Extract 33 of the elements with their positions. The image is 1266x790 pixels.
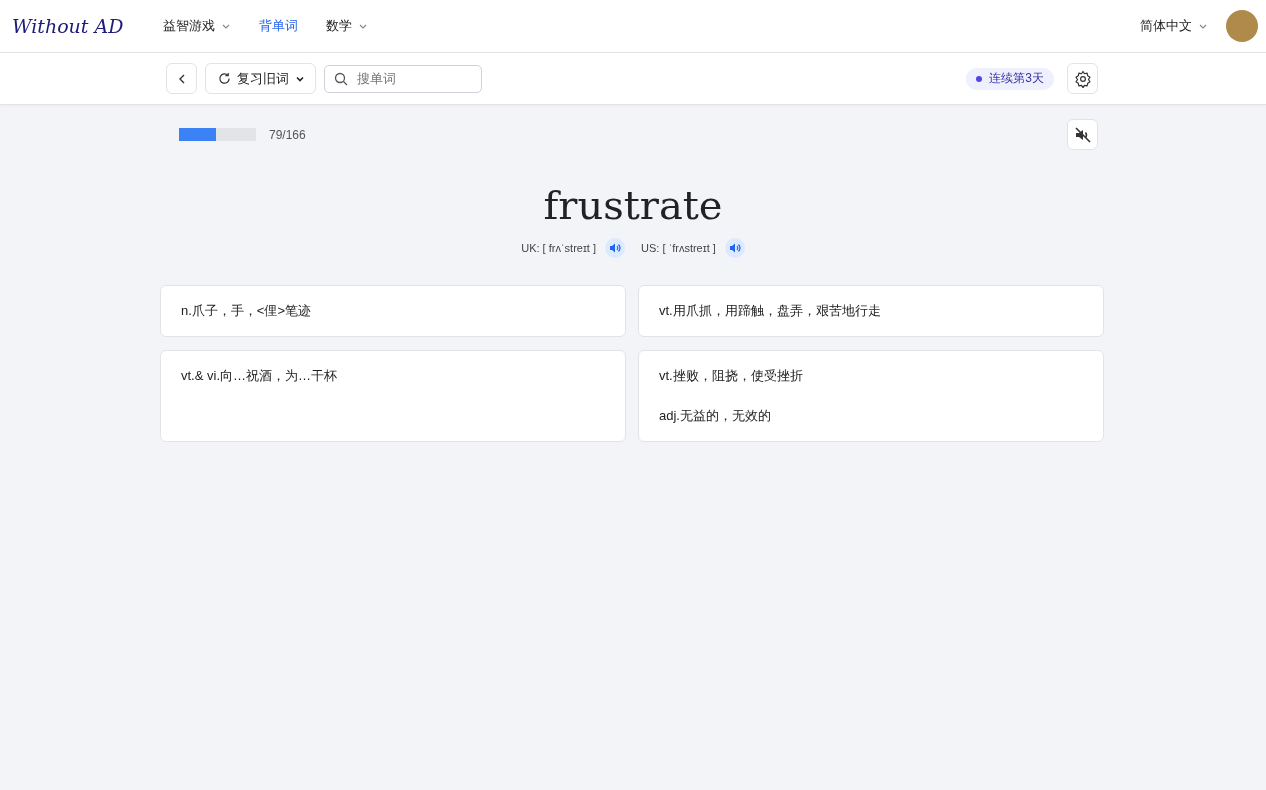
word-title: frustrate (542, 182, 724, 228)
language-selector[interactable]: 简体中文 (1134, 16, 1214, 36)
nav-link[interactable]: 数学 (312, 17, 383, 35)
answer-option-card[interactable]: vt.& vi.向…祝酒，为…干杯 (160, 350, 626, 442)
speaker-icon (728, 242, 741, 254)
definition-text: vt.用爪抓，用蹄触，盘弄，艰苦地行走 (659, 302, 882, 320)
pronunciation-text: UK: [ frʌˈstreɪt ] (521, 242, 596, 254)
site-logo[interactable]: Without AD (12, 15, 124, 37)
user-avatar[interactable] (1226, 10, 1258, 42)
settings-button[interactable] (1067, 63, 1098, 94)
nav-link[interactable]: 背单词 (245, 17, 313, 35)
pronunciation-text: US: [ ˈfrʌstreɪt ] (641, 242, 716, 254)
speaker-icon (609, 242, 621, 254)
streak-badge: 连续第3天 (966, 67, 1054, 90)
progress-count: 79/166 (269, 127, 306, 142)
speaker-button[interactable] (605, 238, 625, 258)
refresh-icon (218, 72, 231, 85)
definition-text: vt.挫败，阻挠，使受挫折 (659, 367, 804, 385)
search-field[interactable]: 搜单词 (324, 64, 482, 93)
definition-text: adj.无益的，无效的 (659, 407, 772, 425)
mute-button[interactable] (1067, 119, 1098, 150)
search-icon (334, 71, 348, 86)
speaker-button[interactable] (724, 238, 745, 258)
definition-text: vt.& vi.向…祝酒，为…干杯 (181, 367, 338, 385)
answer-option-card[interactable]: n.爪子，手，<俚>笔迹 (160, 285, 626, 337)
mode-dropdown[interactable]: 复习旧词 (205, 63, 316, 94)
muted-speaker-icon (1073, 125, 1092, 144)
back-button[interactable] (166, 63, 197, 94)
answer-option-card[interactable]: vt.挫败，阻挠，使受挫折 adj.无益的，无效的 (638, 350, 1104, 442)
answer-option-card[interactable]: vt.用爪抓，用蹄触，盘弄，艰苦地行走 (638, 285, 1104, 337)
nav-link[interactable]: 益智游戏 (149, 17, 246, 35)
definition-text: n.爪子，手，<俚>笔迹 (181, 302, 313, 320)
settings-icon (1073, 69, 1092, 88)
